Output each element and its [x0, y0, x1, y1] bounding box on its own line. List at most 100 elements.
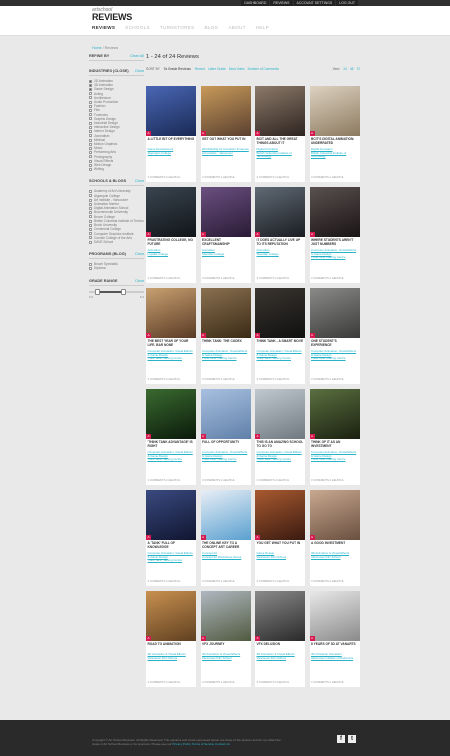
review-title[interactable]: FULL OF OPPORTUNITY: [201, 439, 251, 450]
review-title[interactable]: WHERE STUDENTS AREN'T JUST NUMBERS: [310, 237, 360, 248]
review-thumbnail[interactable]: A: [146, 86, 196, 136]
review-tag-link[interactable]: Concept Art Workshops Series: [202, 555, 249, 560]
review-thumbnail[interactable]: A: [309, 389, 360, 439]
review-title[interactable]: THINK TANK - A SMART MOVE: [255, 338, 305, 349]
school-checkbox[interactable]: [89, 232, 92, 236]
view-option-48[interactable]: 48: [350, 67, 354, 71]
footer-link[interactable]: Privacy Policy: [172, 742, 191, 746]
review-card[interactable]: A THINK OF IT AS AN INVESTMENT Computer An…: [309, 389, 360, 485]
school-checkbox[interactable]: [89, 227, 92, 231]
sort-option[interactable]: Number of Comments: [248, 67, 279, 71]
review-card[interactable]: AA GOOD INVESTMENT 3D Animation & Visual …: [309, 490, 360, 586]
view-option-24[interactable]: 24: [343, 67, 347, 71]
industry-checkbox[interactable]: [89, 155, 92, 159]
review-card[interactable]: A FRUSTRATING COLLEGE, NO FUTURE Animation…: [146, 187, 196, 283]
school-checkbox[interactable]: [89, 219, 92, 223]
review-card[interactable]: A GET OUT WHAT YOU PUT IN 3D Modeling for …: [200, 86, 251, 182]
review-title[interactable]: 8 YEARS OF 3D AT VANARTS: [310, 641, 360, 652]
review-card[interactable]: A FULL OF OPPORTUNITY Computer Animation, …: [200, 389, 251, 485]
school-checkbox[interactable]: [89, 211, 92, 215]
review-tag-link[interactable]: Sheridan College: [257, 252, 304, 257]
industry-checkbox[interactable]: [89, 104, 92, 108]
program-item[interactable]: Diploma: [89, 266, 144, 270]
review-title[interactable]: A LITTLE BIT OF EVERYTHING: [146, 136, 196, 147]
review-card[interactable]: A EXCELLENT CRAFTSMANSHIP Animation Sherida…: [200, 187, 251, 283]
review-tag-link[interactable]: Think Tank Training Centre: [148, 559, 195, 563]
review-tag-link[interactable]: Sheridan College: [202, 252, 249, 257]
nav-item-about[interactable]: ABOUT: [228, 25, 245, 30]
footer-link[interactable]: Terms of Service: [191, 742, 214, 746]
sort-option[interactable]: Most Votes: [229, 67, 245, 71]
review-thumbnail[interactable]: A: [255, 288, 305, 338]
review-tag-link[interactable]: Think Tank Training Centre: [202, 357, 249, 361]
review-title[interactable]: VFX DELUSION: [255, 641, 305, 652]
review-thumbnail[interactable]: A: [146, 591, 196, 641]
facebook-icon[interactable]: f: [337, 735, 345, 743]
review-title[interactable]: THE BEST YEAR OF YOUR LIFE. BAR NONE: [146, 338, 196, 349]
review-thumbnail[interactable]: A: [146, 490, 196, 540]
review-thumbnail[interactable]: A: [309, 490, 360, 540]
program-checkbox[interactable]: [89, 266, 92, 270]
industry-checkbox[interactable]: [89, 113, 92, 117]
industries-clear-link[interactable]: Clear: [135, 69, 144, 73]
review-tag-link[interactable]: Think Tank Training Centre: [202, 458, 249, 462]
review-card[interactable]: A THE BEST YEAR OF YOUR LIFE. BAR NONE Com…: [146, 288, 196, 384]
review-card[interactable]: A WHERE STUDENTS AREN'T JUST NUMBERS Compu…: [309, 187, 360, 283]
schools-clear-link[interactable]: Clear: [135, 179, 144, 183]
review-thumbnail[interactable]: A: [200, 389, 251, 439]
nav-item-reviews[interactable]: REVIEWS: [92, 25, 115, 30]
industry-checkbox[interactable]: [89, 146, 92, 150]
review-tag-link[interactable]: Algonquin College: [148, 151, 195, 156]
review-card[interactable]: A VFX DELUSION 3D Animation & Visual Effec…: [255, 591, 305, 687]
review-tag-link[interactable]: Think Tank Training Centre: [148, 357, 195, 361]
review-tag-link[interactable]: Think Tank Training Centre: [257, 458, 304, 462]
review-title[interactable]: A 'TANK' FULL OF KNOWLEDGE: [146, 540, 196, 551]
industry-checkbox[interactable]: [89, 109, 92, 113]
industry-checkbox[interactable]: [89, 79, 92, 83]
review-card[interactable]: A THINK TANK - A SMART MOVE Computer Anima…: [255, 288, 305, 384]
review-tag-link[interactable]: Vancouver Film School: [148, 656, 195, 661]
review-card[interactable]: A VFX JOURNEY 3D Animation & Visual Effect…: [200, 591, 251, 687]
breadcrumb-home[interactable]: Home: [92, 46, 102, 50]
review-thumbnail[interactable]: A: [146, 187, 196, 237]
industry-checkbox[interactable]: [89, 121, 92, 125]
review-card[interactable]: A 'THINK TANK ADVANTAGE' IS RIGHT Computer…: [146, 389, 196, 485]
review-thumbnail[interactable]: A: [255, 490, 305, 540]
review-thumbnail[interactable]: A: [146, 389, 196, 439]
review-title[interactable]: A GOOD INVESTMENT: [310, 540, 360, 551]
industry-checkbox[interactable]: [89, 134, 92, 138]
industry-checkbox[interactable]: [89, 130, 92, 134]
review-tag-link[interactable]: Think Tank Training Centre: [148, 458, 195, 462]
review-title[interactable]: VFX JOURNEY: [201, 641, 251, 652]
industry-checkbox[interactable]: [89, 167, 92, 171]
review-title[interactable]: ONE STUDENT'S EXPERIENCE: [310, 338, 360, 349]
program-checkbox[interactable]: [89, 262, 92, 266]
industry-checkbox[interactable]: [89, 92, 92, 96]
review-thumbnail[interactable]: A: [200, 288, 251, 338]
review-tag-link[interactable]: Loyalist College: [148, 252, 195, 257]
school-checkbox[interactable]: [89, 223, 92, 227]
review-title[interactable]: THIS IS AN AMAZING SCHOOL TO GO TO: [255, 439, 305, 450]
review-tag-link[interactable]: British Columbia Institute of Technology: [257, 151, 304, 159]
review-tag-link[interactable]: Think Tank Training Centre: [311, 357, 358, 361]
slider-max-handle[interactable]: [120, 288, 126, 295]
industry-checkbox[interactable]: [89, 163, 92, 167]
industry-checkbox[interactable]: [89, 83, 92, 87]
review-thumbnail[interactable]: A: [200, 591, 251, 641]
review-tag-link[interactable]: Art Institute - Vancouver: [202, 151, 249, 156]
site-logo[interactable]: artschool REVIEWS: [92, 8, 132, 22]
review-thumbnail[interactable]: A: [255, 187, 305, 237]
school-item[interactable]: DAVE School: [89, 240, 144, 244]
school-checkbox[interactable]: [89, 198, 92, 202]
nav-item-schools[interactable]: SCHOOLS: [125, 25, 150, 30]
review-tag-link[interactable]: British Columbia Institute of Technology: [311, 151, 358, 159]
twitter-icon[interactable]: t: [348, 735, 356, 743]
review-card[interactable]: A ROAD TO ANIMATION 3D Animation & Visual …: [146, 591, 196, 687]
school-checkbox[interactable]: [89, 190, 92, 194]
review-thumbnail[interactable]: A: [255, 389, 305, 439]
review-card[interactable]: A THE ONLINE KEY TO A CONCEPT ART CAREER C…: [200, 490, 251, 586]
review-thumbnail[interactable]: A: [200, 490, 251, 540]
industry-checkbox[interactable]: [89, 138, 92, 142]
review-title[interactable]: 'THINK TANK ADVANTAGE' IS RIGHT: [146, 439, 196, 450]
review-title[interactable]: FRUSTRATING COLLEGE, NO FUTURE: [146, 237, 196, 248]
